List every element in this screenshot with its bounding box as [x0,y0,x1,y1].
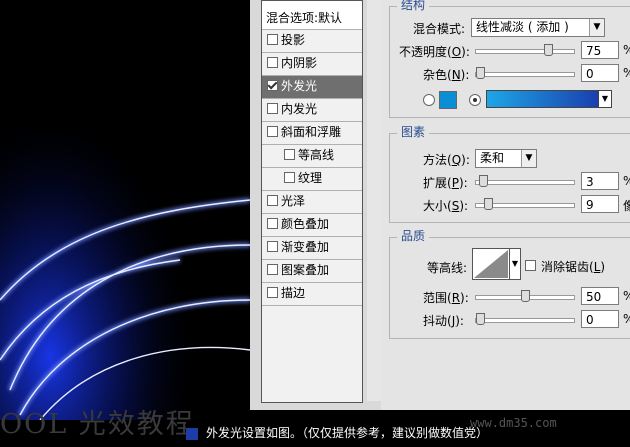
noise-slider-thumb[interactable] [476,67,485,79]
size-unit: 像 [623,199,630,213]
style-item-label: 斜面和浮雕 [281,125,342,139]
style-item[interactable]: 投影 [262,30,362,53]
style-item-label: 投影 [281,33,306,47]
noise-slider[interactable] [475,67,575,79]
spread-input[interactable]: 3 [581,172,619,190]
outer-glow-settings: 结构 混合模式: 线性减淡 ( 添加 ) ▼ 不透明度(O): 75 % 杂色(… [381,0,630,410]
size-slider[interactable] [475,198,575,210]
jitter-input[interactable]: 0 [581,310,619,328]
color-radio[interactable] [423,94,435,106]
opacity-slider-thumb[interactable] [544,44,553,56]
style-checkbox[interactable] [267,126,278,137]
jitter-slider-thumb[interactable] [476,313,485,325]
style-checkbox[interactable] [284,149,295,160]
opacity-unit: % [623,43,630,57]
antialias-label: 消除锯齿(L) [541,260,606,274]
size-slider-thumb[interactable] [484,198,493,210]
style-item-label: 图案叠加 [281,263,330,277]
styles-list: 混合选项:默认 投影内阴影外发光内发光斜面和浮雕等高线纹理光泽颜色叠加渐变叠加图… [261,0,363,403]
noise-label: 杂色(N): [423,68,470,82]
spread-label: 扩展(P): [423,176,468,190]
style-item-label: 内发光 [281,102,318,116]
jitter-unit: % [623,312,630,326]
blend-mode-label: 混合模式: [413,22,466,36]
style-item-label: 等高线 [298,148,335,162]
spread-slider-thumb[interactable] [479,175,488,187]
style-checkbox[interactable] [284,172,295,183]
style-item[interactable]: 渐变叠加 [262,237,362,260]
style-item-label: 渐变叠加 [281,240,330,254]
opacity-input[interactable]: 75 [581,41,619,59]
style-item[interactable]: 斜面和浮雕 [262,122,362,145]
caption-bar: 外发光设置如图。（仅仅提供参考，建议别做数值党） [186,420,630,447]
style-item[interactable]: 纹理 [262,168,362,191]
site-url: www.dm35.com [470,416,557,430]
elements-title: 图素 [397,125,430,139]
style-checkbox[interactable] [267,34,278,45]
blend-mode-value: 线性减淡 ( 添加 ) [476,20,569,34]
size-input[interactable]: 9 [581,195,619,213]
range-unit: % [623,289,630,303]
chevron-down-icon: ▼ [589,19,604,36]
opacity-label: 不透明度(O): [399,45,470,59]
style-item-label: 颜色叠加 [281,217,330,231]
style-checkbox[interactable] [267,195,278,206]
style-checkbox[interactable] [267,103,278,114]
style-item-label: 光泽 [281,194,306,208]
style-checkbox[interactable] [267,287,278,298]
style-item[interactable]: 图案叠加 [262,260,362,283]
caption-text: 外发光设置如图。（仅仅提供参考，建议别做数值党） [206,426,489,440]
noise-input[interactable]: 0 [581,64,619,82]
method-select[interactable]: 柔和 ▼ [475,149,537,168]
style-checkbox[interactable] [267,80,278,91]
blending-options-item[interactable]: 混合选项:默认 [262,1,362,30]
quality-title: 品质 [397,229,430,243]
style-checkbox[interactable] [267,218,278,229]
chevron-down-icon[interactable]: ▼ [598,90,612,108]
range-slider[interactable] [475,290,575,302]
style-item-label: 外发光 [281,79,318,93]
blend-mode-select[interactable]: 线性减淡 ( 添加 ) ▼ [471,18,605,37]
gradient-picker[interactable] [486,90,600,108]
style-checkbox[interactable] [267,264,278,275]
size-label: 大小(S): [423,199,469,213]
spread-slider[interactable] [475,175,575,187]
range-input[interactable]: 50 [581,287,619,305]
chevron-down-icon: ▼ [521,150,536,167]
style-checkbox[interactable] [267,57,278,68]
panel-divider [367,0,382,401]
method-value: 柔和 [480,151,505,165]
style-checkbox[interactable] [267,241,278,252]
gradient-radio[interactable] [469,94,481,106]
contour-picker[interactable] [472,248,510,280]
style-item-label: 内阴影 [281,56,318,70]
contour-preview-icon [474,250,508,278]
style-item[interactable]: 外发光 [262,76,362,99]
antialias-checkbox[interactable] [525,260,536,271]
structure-title: 结构 [397,0,430,12]
style-item[interactable]: 光泽 [262,191,362,214]
style-item[interactable]: 内阴影 [262,53,362,76]
style-item-label: 描边 [281,286,306,300]
method-label: 方法(Q): [423,153,470,167]
style-item[interactable]: 等高线 [262,145,362,168]
contour-label: 等高线: [427,261,468,275]
jitter-label: 抖动(J): [423,314,464,328]
noise-unit: % [623,66,630,80]
square-bullet-icon [186,428,198,440]
glow-lines-artwork [0,0,250,420]
style-item[interactable]: 颜色叠加 [262,214,362,237]
glow-color-swatch[interactable] [439,91,457,109]
style-item[interactable]: 描边 [262,283,362,306]
chevron-down-icon[interactable]: ▼ [509,248,521,280]
opacity-slider[interactable] [475,44,575,56]
jitter-slider[interactable] [475,313,575,325]
watermark: OOL 光效教程 [0,409,195,440]
style-item[interactable]: 内发光 [262,99,362,122]
range-label: 范围(R): [423,291,469,305]
style-item-label: 纹理 [298,171,323,185]
spread-unit: % [623,174,630,188]
range-slider-thumb[interactable] [521,290,530,302]
